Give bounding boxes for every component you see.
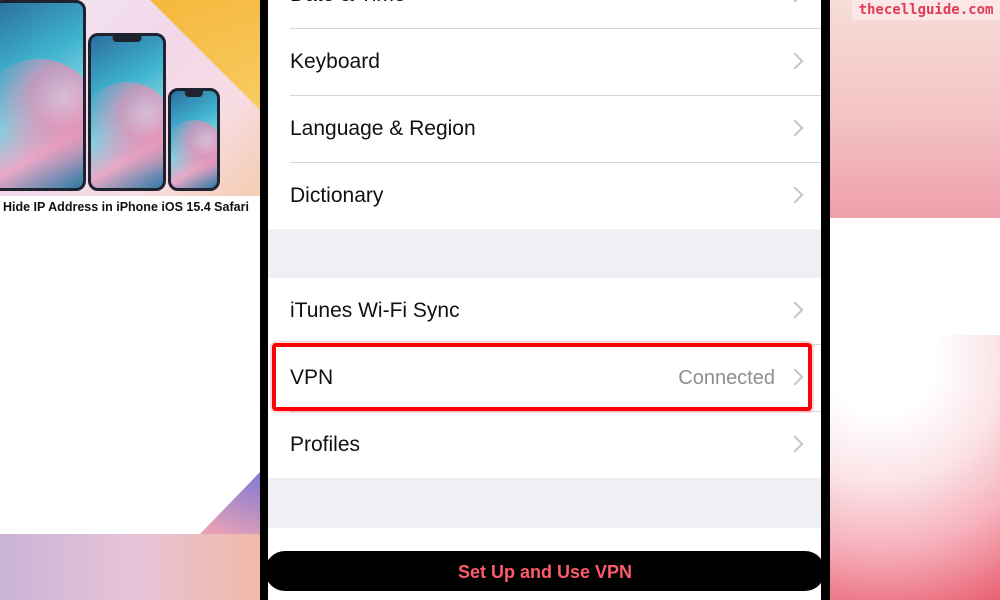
settings-group-general: Date & Time Keyboard Language & Region D… (268, 0, 821, 229)
decorative-wedge (200, 470, 262, 534)
decorative-panel (830, 335, 1000, 600)
row-label: Date & Time (290, 0, 406, 28)
row-label: Keyboard (290, 50, 380, 73)
settings-row-profiles[interactable]: Profiles (290, 412, 821, 478)
chevron-right-icon (786, 0, 804, 3)
row-label: Language & Region (290, 117, 476, 140)
title-banner: Set Up and Use VPN (265, 551, 825, 591)
vpn-highlight-box (272, 343, 812, 411)
thumbnail-caption: Hide IP Address in iPhone iOS 15.4 Safar… (0, 196, 265, 218)
settings-row-itunes-wifi-sync[interactable]: iTunes Wi-Fi Sync (290, 278, 821, 345)
brand-watermark: thecellguide.com (852, 0, 1000, 20)
settings-screen: Date & Time Keyboard Language & Region D… (268, 0, 821, 600)
row-label: Dictionary (290, 184, 384, 207)
chevron-right-icon (786, 52, 804, 70)
phone-image (88, 33, 166, 191)
chevron-right-icon (786, 186, 804, 204)
decorative-panel (830, 0, 1000, 218)
row-label: iTunes Wi-Fi Sync (290, 299, 460, 322)
settings-row-date-time[interactable]: Date & Time (290, 0, 821, 29)
article-thumbnail (0, 0, 260, 218)
settings-row-keyboard[interactable]: Keyboard (290, 29, 821, 96)
settings-row-language-region[interactable]: Language & Region (290, 96, 821, 163)
phone-image (168, 88, 220, 191)
phone-image (0, 0, 86, 191)
decorative-panel (0, 534, 262, 600)
chevron-right-icon (786, 301, 804, 319)
chevron-right-icon (786, 119, 804, 137)
row-label: Profiles (290, 433, 361, 456)
chevron-right-icon (786, 435, 804, 453)
settings-row-dictionary[interactable]: Dictionary (290, 163, 821, 229)
